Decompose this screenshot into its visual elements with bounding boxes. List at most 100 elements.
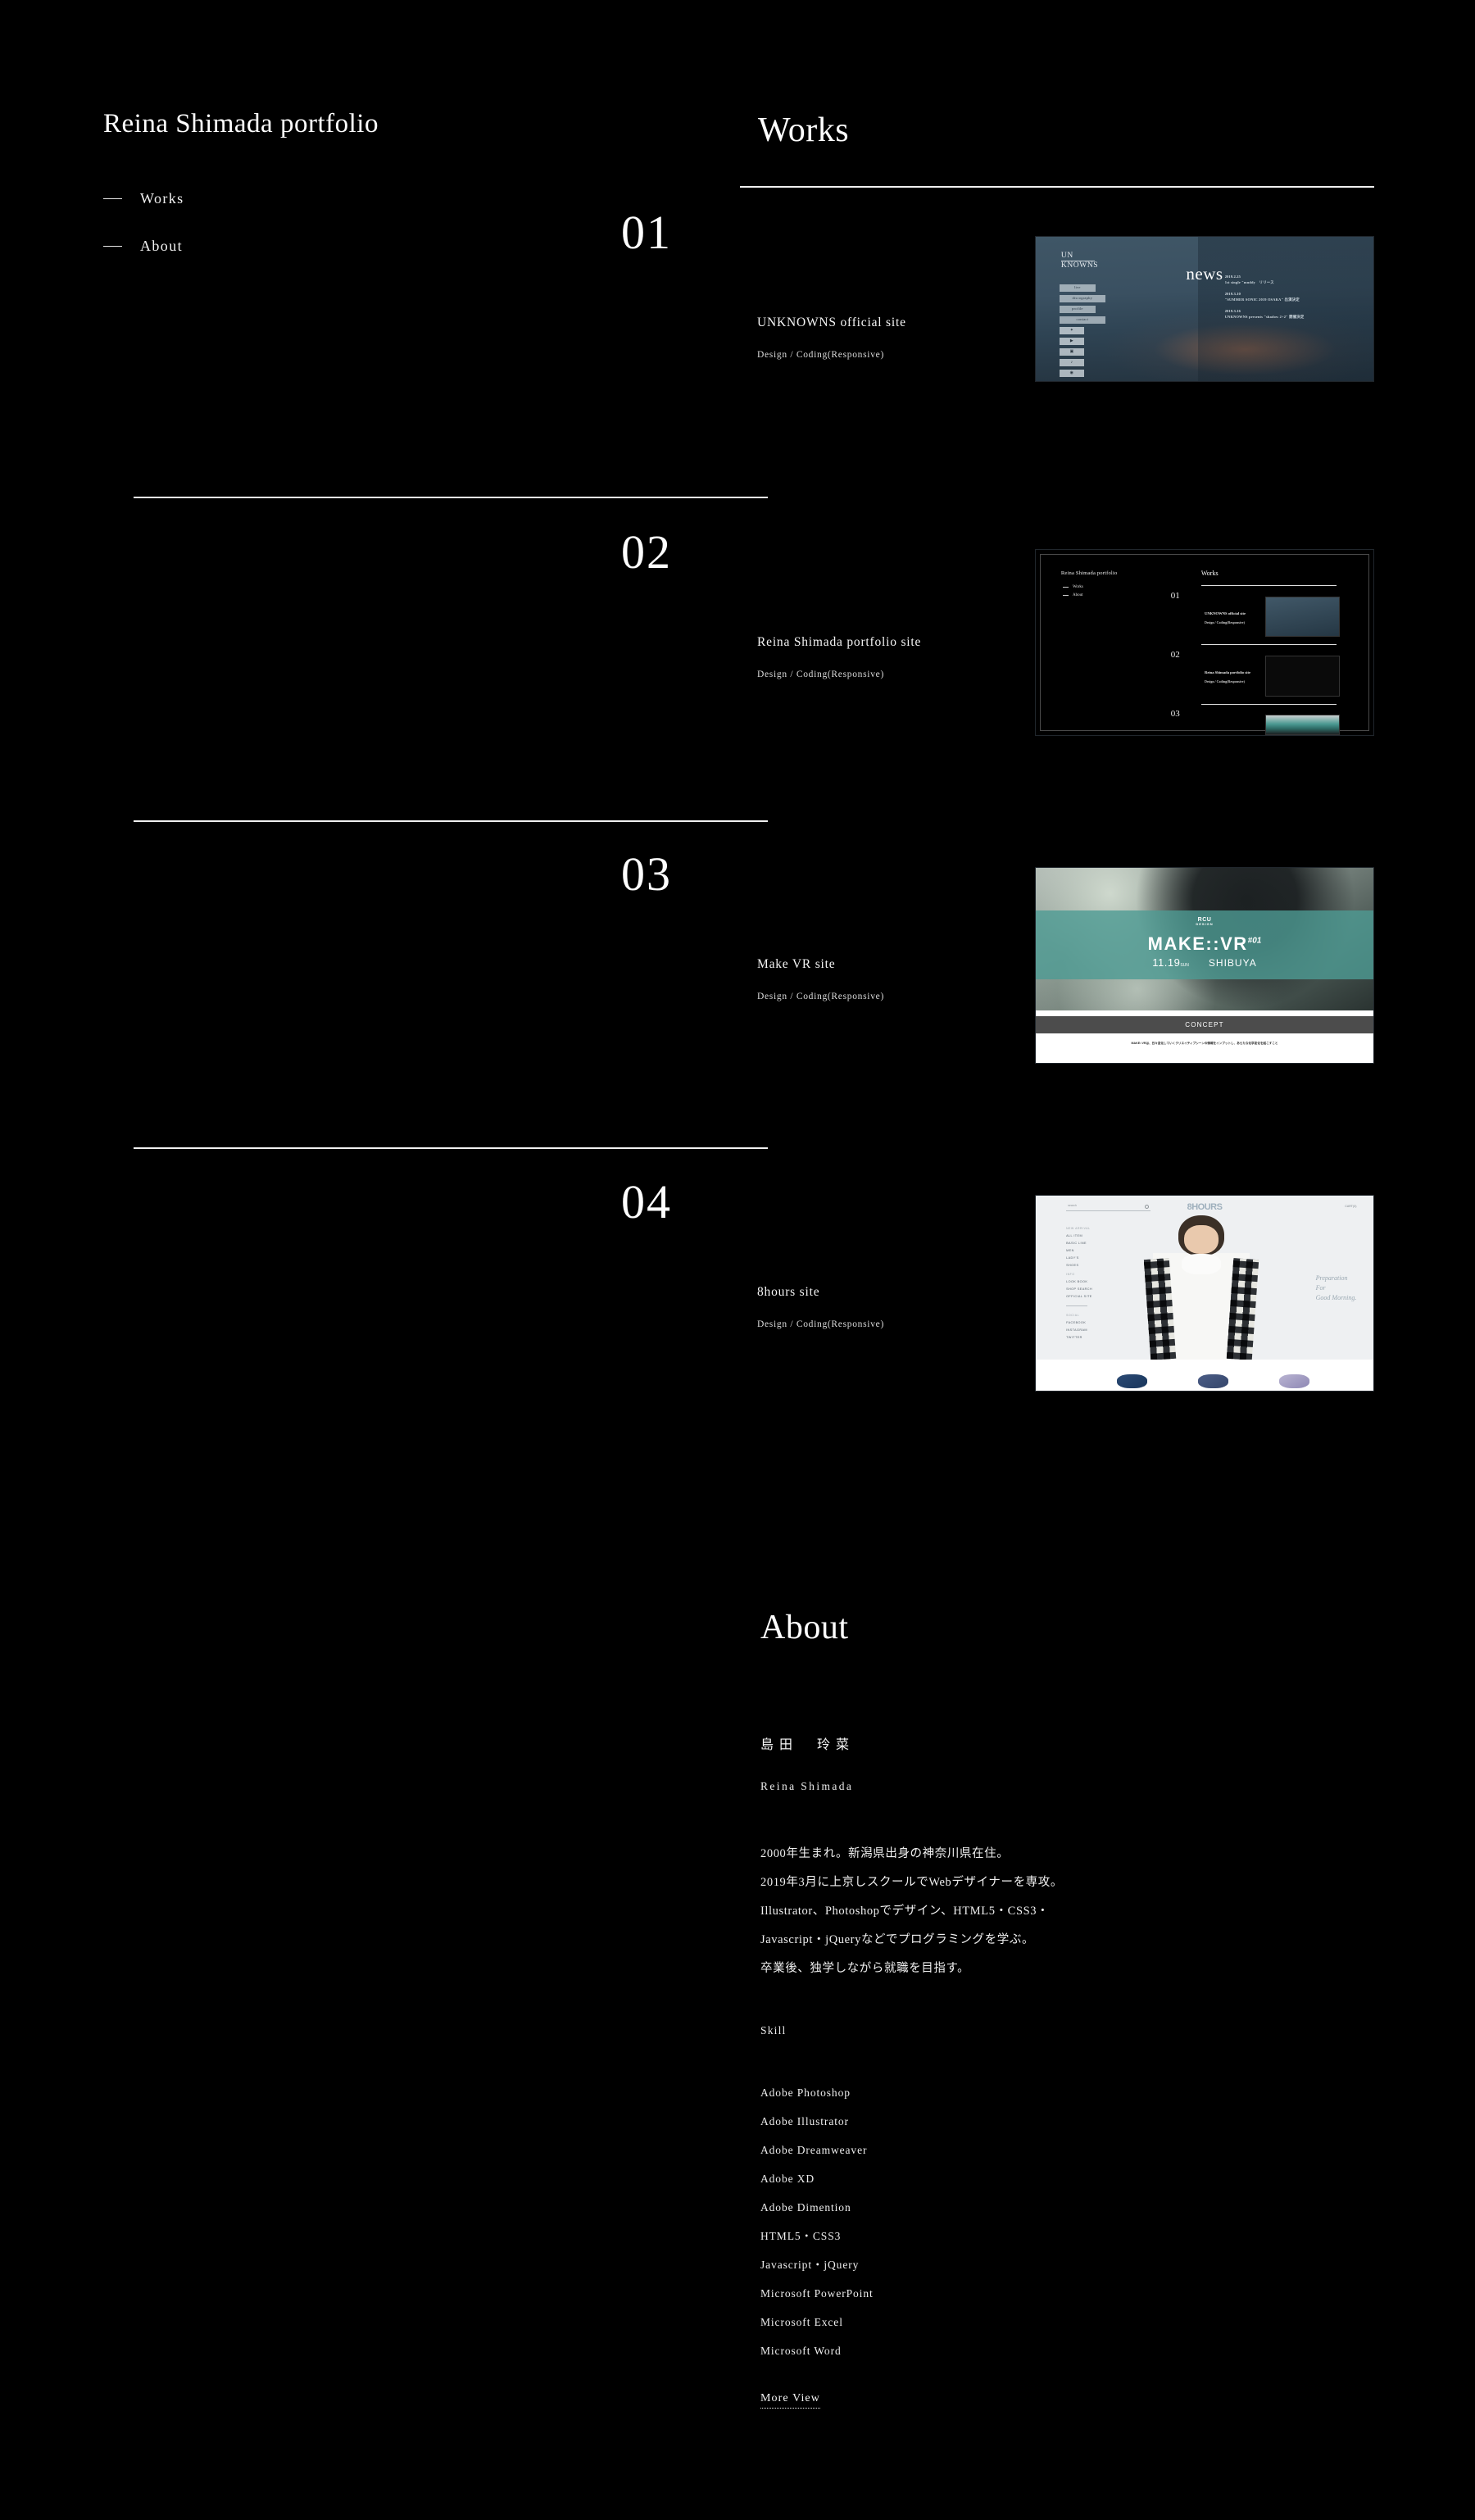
thumb-work-role: Design / Coding(Responsive) bbox=[1205, 620, 1245, 624]
news-date: 2019.3.10 bbox=[1224, 291, 1241, 296]
thumb-work-title: UNKNOWNS official site bbox=[1205, 611, 1246, 615]
thumb-body: MAKE::VRは、日々変化していくクリエイティブシーンの情報をインプットし、あ… bbox=[1036, 1033, 1373, 1063]
catch-copy-line2: For bbox=[1315, 1284, 1326, 1292]
list-item: Adobe XD bbox=[760, 2173, 815, 2185]
thumb-work-title: Reina Shimada portfolio site bbox=[1205, 670, 1251, 674]
list-item: Adobe Illustrator bbox=[760, 2115, 849, 2127]
unknowns-menu-live: live bbox=[1059, 284, 1096, 292]
thumb-work-index: 03 bbox=[1170, 709, 1180, 720]
product-thumb bbox=[1116, 1374, 1147, 1388]
work-index: 04 bbox=[621, 1175, 672, 1228]
unknowns-menu-discography: discography bbox=[1059, 295, 1105, 302]
event-number: #01 bbox=[1247, 936, 1262, 946]
twitter-icon: ✦ bbox=[1059, 327, 1084, 334]
shop-link: MEN bbox=[1066, 1248, 1074, 1252]
news-date: 2019.2.25 bbox=[1224, 274, 1241, 279]
work-title: 8hours site bbox=[757, 1285, 820, 1299]
dash-icon bbox=[103, 246, 122, 247]
work-index: 03 bbox=[621, 847, 672, 901]
thumb-work-image bbox=[1265, 715, 1340, 735]
news-date: 2019.3.16 bbox=[1224, 308, 1241, 313]
spotify-icon: ◉ bbox=[1059, 370, 1084, 377]
apple-music-icon: ♪ bbox=[1059, 359, 1084, 366]
thumb-work-role: Design / Coding(Responsive) bbox=[1205, 679, 1245, 684]
list-item: HTML5・CSS3 bbox=[760, 2230, 842, 2242]
model-face bbox=[1184, 1225, 1219, 1255]
work-item-01[interactable]: 01 UNKNOWNS official site Design / Codin… bbox=[606, 209, 1377, 422]
work-role: Design / Coding(Responsive) bbox=[757, 350, 884, 360]
event-place: SHIBUYA bbox=[1208, 957, 1257, 969]
cart-label: CART(0) bbox=[1345, 1204, 1357, 1208]
work-index: 01 bbox=[621, 206, 672, 259]
list-item: Microsoft PowerPoint bbox=[760, 2287, 874, 2300]
model-neck bbox=[1181, 1254, 1222, 1274]
instagram-icon: ▣ bbox=[1059, 348, 1084, 356]
thumb-nav: Works About bbox=[1062, 585, 1083, 602]
date-suffix: SUN bbox=[1180, 963, 1189, 969]
work-divider bbox=[134, 820, 768, 822]
list-item: 2019.3.16 UNKNOWNS presents "shadow 2+2"… bbox=[1225, 309, 1360, 320]
product-thumb bbox=[1197, 1374, 1228, 1388]
bio-line: 2019年3月に上京しスクールでWebデザイナーを専攻。 bbox=[760, 1876, 1063, 1889]
shop-logo: 8HOURS bbox=[1187, 1202, 1223, 1213]
news-text: "SUMMER SONIC 2019 OSAKA" 出演決定 bbox=[1224, 297, 1300, 302]
work-thumbnail-8hours[interactable]: search 8HOURS CART(0) NEW ARRIVAL ALL IT… bbox=[1035, 1195, 1374, 1392]
youtube-icon: ▶ bbox=[1059, 338, 1084, 345]
shop-link: LADY'S bbox=[1066, 1255, 1079, 1260]
work-divider bbox=[134, 497, 768, 498]
shop-sidebar: NEW ARRIVAL ALL ITEM BASIC LINE MEN LADY… bbox=[1066, 1221, 1141, 1343]
thumb-works-heading: Works bbox=[1200, 569, 1219, 577]
site-title: Reina Shimada portfolio bbox=[103, 109, 379, 138]
skill-list: Adobe Photoshop Adobe Illustrator Adobe … bbox=[760, 2078, 874, 2365]
thumb-site-title: Reina Shimada portfolio bbox=[1060, 570, 1118, 576]
thumb-rule bbox=[1200, 644, 1337, 646]
shop-link: ALL ITEM bbox=[1066, 1233, 1083, 1237]
work-thumbnail-makevr[interactable]: RCU DESIGN MAKE::VR#01 11.19SUN SHIBUYA C… bbox=[1035, 867, 1374, 1064]
work-thumbnail-portfolio[interactable]: Reina Shimada portfolio Works About Work… bbox=[1035, 549, 1374, 736]
work-thumbnail-unknowns[interactable]: UN KNOWNS news live discography profile … bbox=[1035, 236, 1374, 382]
work-index: 02 bbox=[621, 525, 672, 579]
work-title: UNKNOWNS official site bbox=[757, 316, 906, 329]
bio-line: 2000年生まれ。新潟県出身の神奈川県在住。 bbox=[760, 1847, 1010, 1860]
site-header: Reina Shimada portfolio bbox=[103, 109, 379, 139]
shop-link: SHOP SEARCH bbox=[1066, 1287, 1093, 1291]
thumb-nav-about: About bbox=[1062, 593, 1083, 597]
thumb-nav-works: Works bbox=[1062, 585, 1083, 589]
group-label: INFO bbox=[1066, 1272, 1075, 1276]
shop-link: INSTAGRAM bbox=[1066, 1328, 1087, 1332]
thumb-rule bbox=[1200, 703, 1337, 705]
skill-label: Skill bbox=[760, 2024, 787, 2036]
about-name-japanese: 島田 玲菜 bbox=[760, 1738, 856, 1752]
thumb-rule bbox=[1200, 584, 1337, 586]
list-item: 2019.2.25 1st single "muddy リリース bbox=[1225, 275, 1360, 285]
work-item-03[interactable]: 03 Make VR site Design / Coding(Responsi… bbox=[606, 851, 1377, 1088]
unknowns-menu: live discography profile contact ✦ ▶ ▣ ♪… bbox=[1059, 284, 1105, 380]
work-item-04[interactable]: 04 8hours site Design / Coding(Responsiv… bbox=[606, 1178, 1377, 1416]
event-date-place: 11.19SUN SHIBUYA bbox=[1152, 956, 1257, 969]
nav-label-about: About bbox=[140, 238, 183, 254]
list-item: Microsoft Word bbox=[760, 2345, 842, 2357]
unknowns-menu-contact: contact bbox=[1059, 316, 1105, 324]
thumb-8hours-canvas: search 8HOURS CART(0) NEW ARRIVAL ALL IT… bbox=[1036, 1196, 1373, 1391]
dash-icon bbox=[103, 198, 122, 199]
more-view-link[interactable]: More View bbox=[760, 2392, 820, 2409]
list-item: Javascript・jQuery bbox=[760, 2259, 860, 2271]
thumb-portfolio-canvas: Reina Shimada portfolio Works About Work… bbox=[1036, 550, 1373, 735]
shop-link: BASIC LINE bbox=[1066, 1241, 1087, 1245]
product-strip bbox=[1036, 1359, 1373, 1391]
list-item: Adobe Dimention bbox=[760, 2201, 851, 2214]
work-item-02[interactable]: 02 Reina Shimada portfolio site Design /… bbox=[606, 529, 1377, 754]
bio-line: Javascript・jQueryなどでプログラミングを学ぶ。 bbox=[760, 1933, 1035, 1946]
work-divider bbox=[134, 1147, 768, 1149]
list-item: Adobe Dreamweaver bbox=[760, 2144, 868, 2156]
sidebar-item-about[interactable]: About bbox=[103, 238, 184, 255]
work-role: Design / Coding(Responsive) bbox=[757, 670, 884, 679]
rcu-brand-sub: DESIGN bbox=[1196, 922, 1214, 927]
work-title: Reina Shimada portfolio site bbox=[757, 635, 922, 649]
shop-link: TWITTER bbox=[1066, 1335, 1082, 1339]
sidebar-item-works[interactable]: Works bbox=[103, 190, 184, 207]
divider bbox=[1066, 1305, 1088, 1306]
about-bio: 2000年生まれ。新潟県出身の神奈川県在住。 2019年3月に上京しスクールでW… bbox=[760, 1840, 1063, 1983]
bio-line: 卒業後、独学しながら就職を目指す。 bbox=[760, 1962, 970, 1975]
shop-link: LOOK BOOK bbox=[1066, 1279, 1088, 1283]
